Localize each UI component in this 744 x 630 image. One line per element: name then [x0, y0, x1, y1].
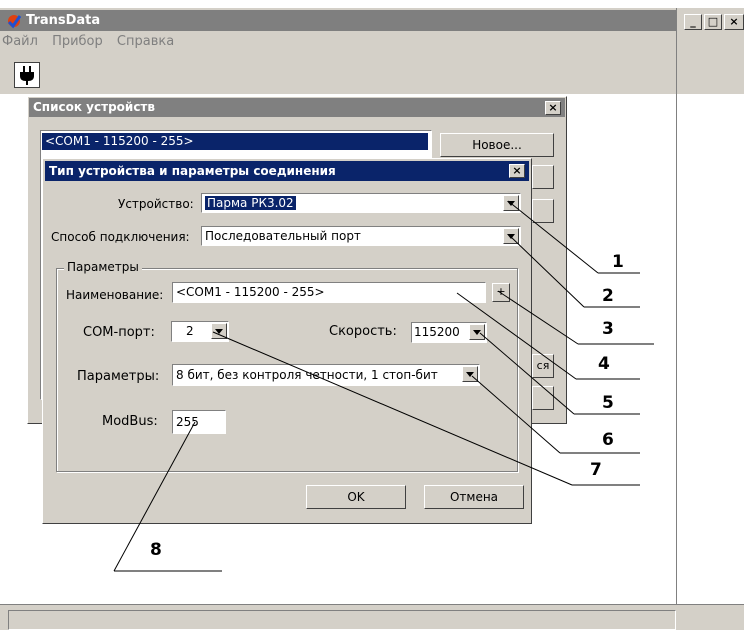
- callout-7: 7: [590, 460, 602, 480]
- callout-lines: [113, 200, 654, 572]
- callout-line-1: [507, 200, 599, 274]
- callout-line-7: [212, 331, 573, 486]
- callout-line-2: [509, 235, 585, 308]
- callout-5: 5: [602, 393, 614, 413]
- callout-line-4: [456, 292, 577, 380]
- callout-1: 1: [612, 252, 624, 272]
- callout-line-6: [471, 375, 561, 454]
- callout-line-3: [497, 290, 579, 345]
- callout-8: 8: [150, 540, 162, 560]
- callout-3: 3: [602, 319, 614, 339]
- callout-line-5: [479, 332, 575, 415]
- callout-6: 6: [602, 430, 614, 450]
- callout-2: 2: [602, 286, 614, 306]
- callout-4: 4: [598, 354, 610, 374]
